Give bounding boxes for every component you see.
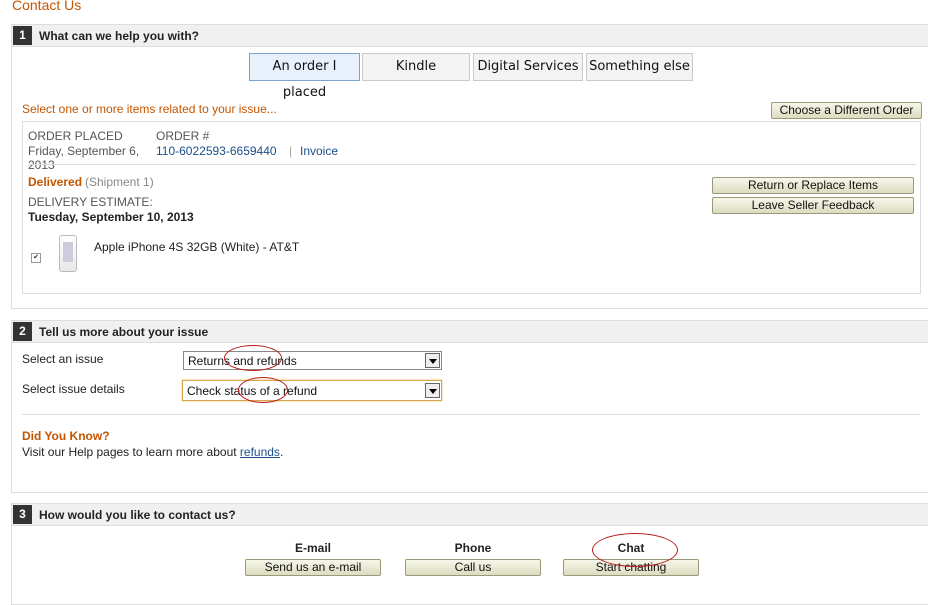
leave-seller-feedback-button[interactable]: Leave Seller Feedback (712, 197, 914, 214)
page-title: Contact Us (12, 0, 82, 13)
invoice-link[interactable]: Invoice (300, 144, 338, 158)
order-number-label: ORDER # (156, 129, 210, 143)
order-placed-label: ORDER PLACED (28, 129, 123, 143)
section-header: 2 Tell us more about your issue (12, 321, 928, 343)
issue-details-select[interactable]: Check status of a refund (182, 380, 442, 401)
section-header: 1 What can we help you with? (12, 25, 928, 47)
divider (28, 164, 916, 165)
delivery-estimate-date: Tuesday, September 10, 2013 (28, 210, 194, 224)
issue-select[interactable]: Returns and refunds (183, 351, 442, 370)
delivery-status: Delivered (28, 175, 83, 189)
divider (22, 414, 920, 415)
chevron-down-icon[interactable] (425, 383, 440, 398)
order-placed-date: Friday, September 6, (28, 144, 140, 158)
item-name: Apple iPhone 4S 32GB (White) - AT&T (94, 240, 300, 254)
separator: | (289, 144, 293, 158)
section-tell-us-more: 2 Tell us more about your issue Select a… (11, 320, 928, 493)
send-email-button[interactable]: Send us an e-mail (245, 559, 381, 576)
section-header: 3 How would you like to contact us? (12, 504, 928, 526)
email-title: E-mail (294, 541, 331, 555)
chevron-down-icon[interactable] (425, 353, 440, 368)
section-contact-method: 3 How would you like to contact us? E-ma… (11, 503, 928, 605)
delivery-estimate-label: DELIVERY ESTIMATE: (28, 195, 153, 209)
refunds-link[interactable]: refunds (240, 445, 280, 459)
order-placed-year: 2013 (28, 158, 55, 172)
iphone-product-image (59, 235, 77, 272)
tab-digital-services[interactable]: Digital Services (473, 53, 583, 81)
choose-different-order-button[interactable]: Choose a Different Order (771, 102, 922, 119)
step-number: 1 (13, 26, 32, 45)
section-title: Tell us more about your issue (39, 325, 209, 339)
step-number: 3 (13, 505, 32, 524)
order-box: ORDER PLACED Friday, September 6, 2013 O… (22, 121, 921, 294)
shipment-label: (Shipment 1) (85, 175, 154, 189)
call-us-button[interactable]: Call us (405, 559, 541, 576)
phone-title: Phone (454, 541, 492, 555)
section-title: How would you like to contact us? (39, 508, 236, 522)
order-number-link[interactable]: 110-6022593-6659440 (156, 144, 277, 158)
help-text: Visit our Help pages to learn more about… (22, 445, 283, 459)
section-title: What can we help you with? (39, 29, 200, 43)
return-replace-button[interactable]: Return or Replace Items (712, 177, 914, 194)
step-number: 2 (13, 322, 32, 341)
annotation-circle (224, 345, 282, 371)
annotation-circle (592, 533, 678, 567)
tab-kindle[interactable]: Kindle (362, 53, 470, 81)
help-text-prefix: Visit our Help pages to learn more about (22, 445, 240, 459)
did-you-know-title: Did You Know? (22, 429, 110, 443)
phone-screen (63, 242, 73, 262)
tab-something-else[interactable]: Something else (586, 53, 693, 81)
help-text-suffix: . (279, 445, 284, 459)
issue-label: Select an issue (22, 352, 104, 366)
annotation-circle (238, 377, 288, 403)
section-what-can-we-help: 1 What can we help you with? An order I … (11, 24, 928, 309)
item-checkbox[interactable]: ✔ (31, 253, 41, 263)
select-items-prompt: Select one or more items related to your… (22, 102, 277, 116)
tab-order-placed[interactable]: An order I placed (249, 53, 360, 100)
details-label: Select issue details (22, 382, 125, 396)
